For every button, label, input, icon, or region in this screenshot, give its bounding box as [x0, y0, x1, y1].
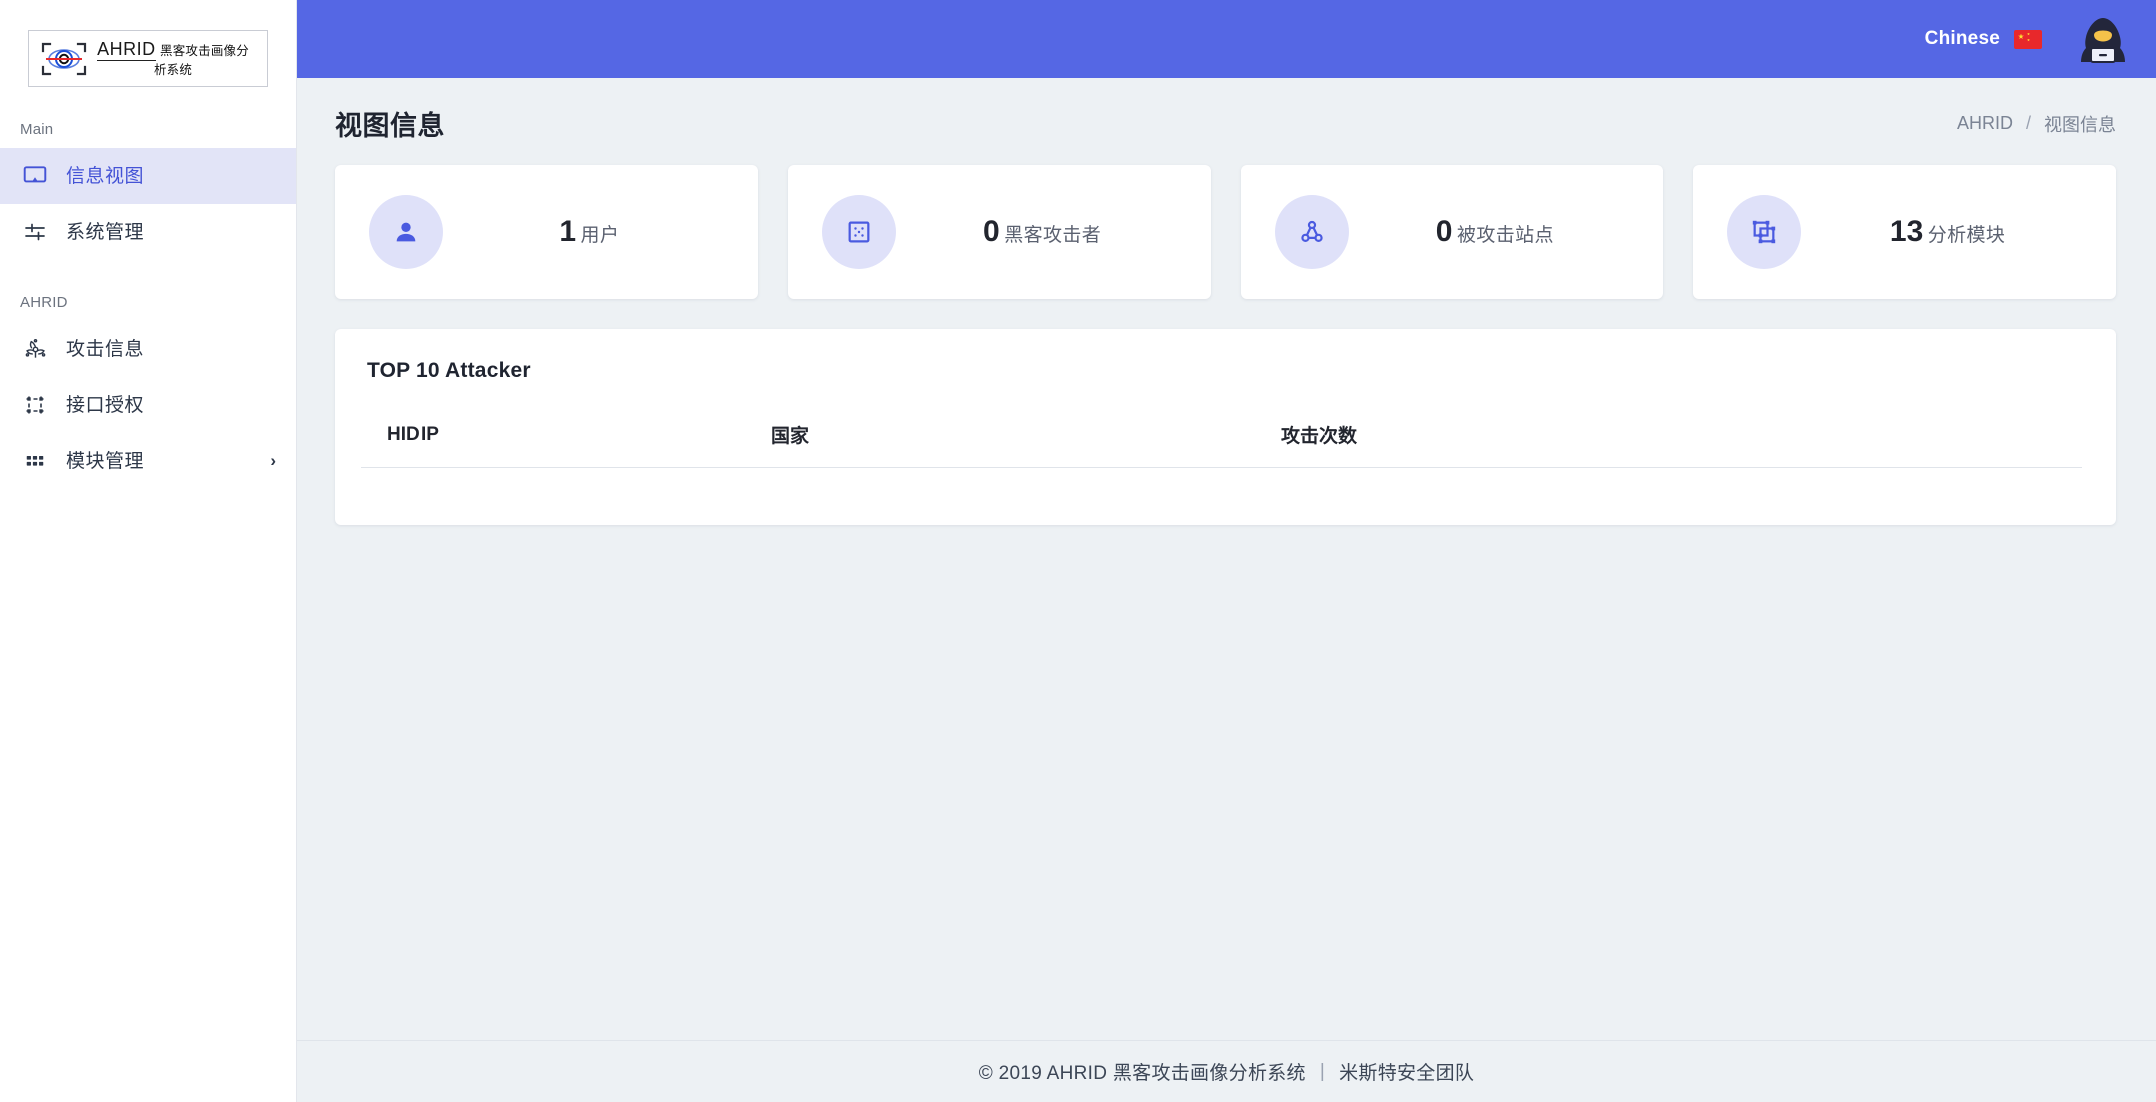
- brand-subtitle: 黑客攻击画像分析系统: [154, 44, 249, 77]
- stat-label: 分析模块: [1928, 225, 2006, 246]
- dice-square-icon: [822, 195, 896, 269]
- sidebar-item-label: 接口授权: [66, 396, 144, 415]
- sidebar-item-label: 模块管理: [66, 452, 144, 471]
- webhook-icon: [1275, 195, 1349, 269]
- sidebar-item-label: 系统管理: [66, 223, 144, 242]
- stat-label: 用户: [581, 225, 620, 246]
- stat-meta: 0 被攻击站点: [1353, 214, 1664, 250]
- crop-frame-icon: [20, 392, 50, 418]
- sidebar-item-system-management[interactable]: 系统管理: [0, 204, 296, 260]
- language-selector[interactable]: Chinese: [1925, 28, 2042, 50]
- stat-meta: 13 分析模块: [1805, 214, 2116, 250]
- page-head: 视图信息 AHRID / 视图信息: [297, 78, 2156, 143]
- page-footer: © 2019 AHRID 黑客攻击画像分析系统 | 米斯特安全团队: [297, 1040, 2156, 1102]
- footer-team: 米斯特安全团队: [1339, 1058, 1474, 1085]
- column-header-ip[interactable]: IP: [421, 421, 771, 468]
- sidebar-item-attack-info[interactable]: 攻击信息: [0, 321, 296, 377]
- stat-value: 13: [1890, 215, 1923, 248]
- attackers-table: HID IP 国家 攻击次数: [361, 421, 2082, 468]
- chevron-right-icon: ›: [270, 451, 276, 471]
- grid-dots-icon: [20, 448, 50, 474]
- brand-text: AHRID 黑客攻击画像分析系统: [91, 39, 259, 79]
- brand-name: AHRID: [97, 39, 156, 61]
- stat-meta: 0 黑客攻击者: [900, 214, 1211, 250]
- monitor-icon: [20, 163, 50, 189]
- app-root: AHRID 黑客攻击画像分析系统 Main 信息视图 系统管理: [0, 0, 2156, 1102]
- stat-meta: 1 用户: [447, 214, 758, 250]
- sidebar-item-module-management[interactable]: 模块管理 ›: [0, 433, 296, 489]
- stat-card-users[interactable]: 1 用户: [335, 165, 758, 299]
- stat-value: 0: [983, 215, 1000, 248]
- stat-value: 0: [1436, 215, 1453, 248]
- sliders-icon: [20, 219, 50, 245]
- top-attackers-panel: TOP 10 Attacker HID IP 国家 攻击次数: [335, 329, 2116, 525]
- sidebar-item-label: 攻击信息: [66, 340, 144, 359]
- sidebar-section-ahrid: AHRID: [0, 294, 296, 311]
- sidebar-item-label: 信息视图: [66, 167, 144, 186]
- page-title: 视图信息: [335, 104, 445, 143]
- footer-copyright: © 2019 AHRID 黑客攻击画像分析系统: [979, 1058, 1306, 1085]
- china-flag-icon: [2014, 30, 2042, 49]
- biohazard-icon: [20, 336, 50, 362]
- layers-group-icon: [1727, 195, 1801, 269]
- sidebar-item-interface-auth[interactable]: 接口授权: [0, 377, 296, 433]
- breadcrumb: AHRID / 视图信息: [1957, 111, 2116, 137]
- table-header-row: HID IP 国家 攻击次数: [361, 421, 2082, 468]
- content-area: Chinese 视图信息 AHRID / 视图信息: [297, 0, 2156, 1102]
- stat-label: 黑客攻击者: [1004, 225, 1101, 246]
- user-icon: [369, 195, 443, 269]
- stat-card-row: 1 用户: [335, 165, 2116, 299]
- hacker-avatar-icon[interactable]: [2076, 12, 2130, 66]
- column-header-country[interactable]: 国家: [771, 421, 1281, 468]
- breadcrumb-separator: /: [2026, 113, 2031, 134]
- stat-card-attacked-sites[interactable]: 0 被攻击站点: [1241, 165, 1664, 299]
- sidebar: AHRID 黑客攻击画像分析系统 Main 信息视图 系统管理: [0, 0, 297, 1102]
- stat-card-analysis-modules[interactable]: 13 分析模块: [1693, 165, 2116, 299]
- stat-label: 被攻击站点: [1457, 225, 1554, 246]
- breadcrumb-root[interactable]: AHRID: [1957, 113, 2013, 134]
- sidebar-item-info-view[interactable]: 信息视图: [0, 148, 296, 204]
- main-content: 1 用户: [297, 143, 2156, 1040]
- top-header-bar: Chinese: [297, 0, 2156, 78]
- table-header: HID IP 国家 攻击次数: [361, 421, 2082, 468]
- panel-title: TOP 10 Attacker: [361, 359, 2082, 383]
- column-header-hid[interactable]: HID: [361, 421, 421, 468]
- language-label: Chinese: [1925, 28, 2000, 50]
- scanner-eye-icon: [37, 37, 91, 81]
- column-header-attack-count[interactable]: 攻击次数: [1281, 421, 2082, 468]
- stat-value: 1: [559, 215, 576, 248]
- stat-card-attackers[interactable]: 0 黑客攻击者: [788, 165, 1211, 299]
- footer-separator: |: [1320, 1061, 1325, 1083]
- sidebar-section-main: Main: [0, 121, 296, 138]
- breadcrumb-current: 视图信息: [2044, 111, 2116, 137]
- brand-logo[interactable]: AHRID 黑客攻击画像分析系统: [28, 30, 268, 87]
